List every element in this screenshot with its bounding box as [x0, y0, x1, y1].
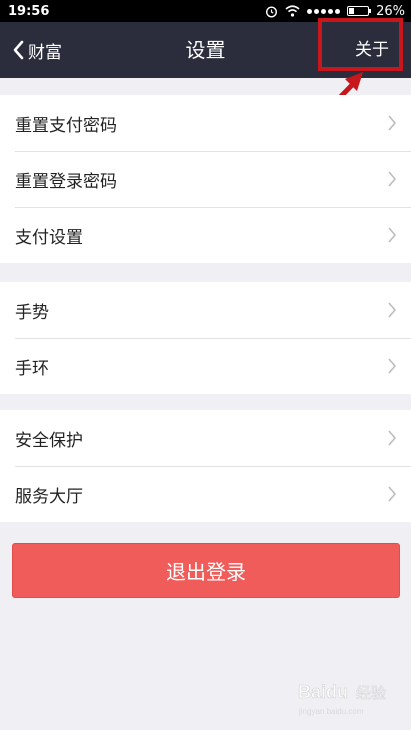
- reset-login-password-label: 重置登录密码: [15, 171, 117, 192]
- back-label: 财富: [28, 42, 62, 63]
- chevron-right-icon: [388, 302, 397, 318]
- signal-strength-icon: [307, 8, 341, 14]
- watermark-text: 经验: [356, 684, 386, 702]
- back-button[interactable]: 财富: [12, 22, 62, 78]
- battery-percent: 26%: [376, 3, 405, 19]
- security-protection-label: 安全保护: [15, 430, 83, 451]
- wifi-icon: [285, 5, 300, 17]
- service-hall-label: 服务大厅: [15, 486, 83, 507]
- settings-group-gesture: 手势 手环: [0, 282, 411, 394]
- gesture-label: 手势: [15, 302, 49, 323]
- status-icons: 26%: [265, 4, 405, 19]
- security-protection-item[interactable]: 安全保护: [0, 410, 411, 466]
- chevron-right-icon: [388, 358, 397, 374]
- reset-pay-password-label: 重置支付密码: [15, 115, 117, 136]
- wristband-label: 手环: [15, 358, 49, 379]
- payment-settings-item[interactable]: 支付设置: [0, 207, 411, 263]
- settings-group-payment: 重置支付密码 重置登录密码 支付设置: [0, 95, 411, 263]
- status-bar: 19:56 26%: [0, 0, 411, 22]
- gesture-item[interactable]: 手势: [0, 282, 411, 338]
- service-hall-item[interactable]: 服务大厅: [0, 466, 411, 522]
- alarm-icon: [266, 5, 278, 18]
- baidu-watermark-icon: Baidu 经验 jingyan.baidu.com: [298, 682, 386, 716]
- chevron-right-icon: [388, 227, 397, 243]
- watermark-sub: jingyan.baidu.com: [298, 707, 364, 716]
- chevron-right-icon: [388, 430, 397, 446]
- logout-button[interactable]: 退出登录: [12, 543, 400, 598]
- payment-settings-label: 支付设置: [15, 227, 83, 248]
- chevron-right-icon: [388, 115, 397, 131]
- chevron-right-icon: [388, 171, 397, 187]
- chevron-left-icon: [13, 40, 24, 60]
- status-time: 19:56: [8, 3, 50, 19]
- watermark-brand: Baidu: [298, 682, 348, 702]
- reset-login-password-item[interactable]: 重置登录密码: [0, 151, 411, 207]
- battery-icon: [347, 6, 372, 16]
- about-button[interactable]: 关于: [355, 22, 389, 78]
- reset-pay-password-item[interactable]: 重置支付密码: [0, 95, 411, 151]
- settings-group-security: 安全保护 服务大厅: [0, 410, 411, 522]
- nav-bar: 财富 设置 关于: [0, 22, 411, 78]
- chevron-right-icon: [388, 486, 397, 502]
- wristband-item[interactable]: 手环: [0, 338, 411, 394]
